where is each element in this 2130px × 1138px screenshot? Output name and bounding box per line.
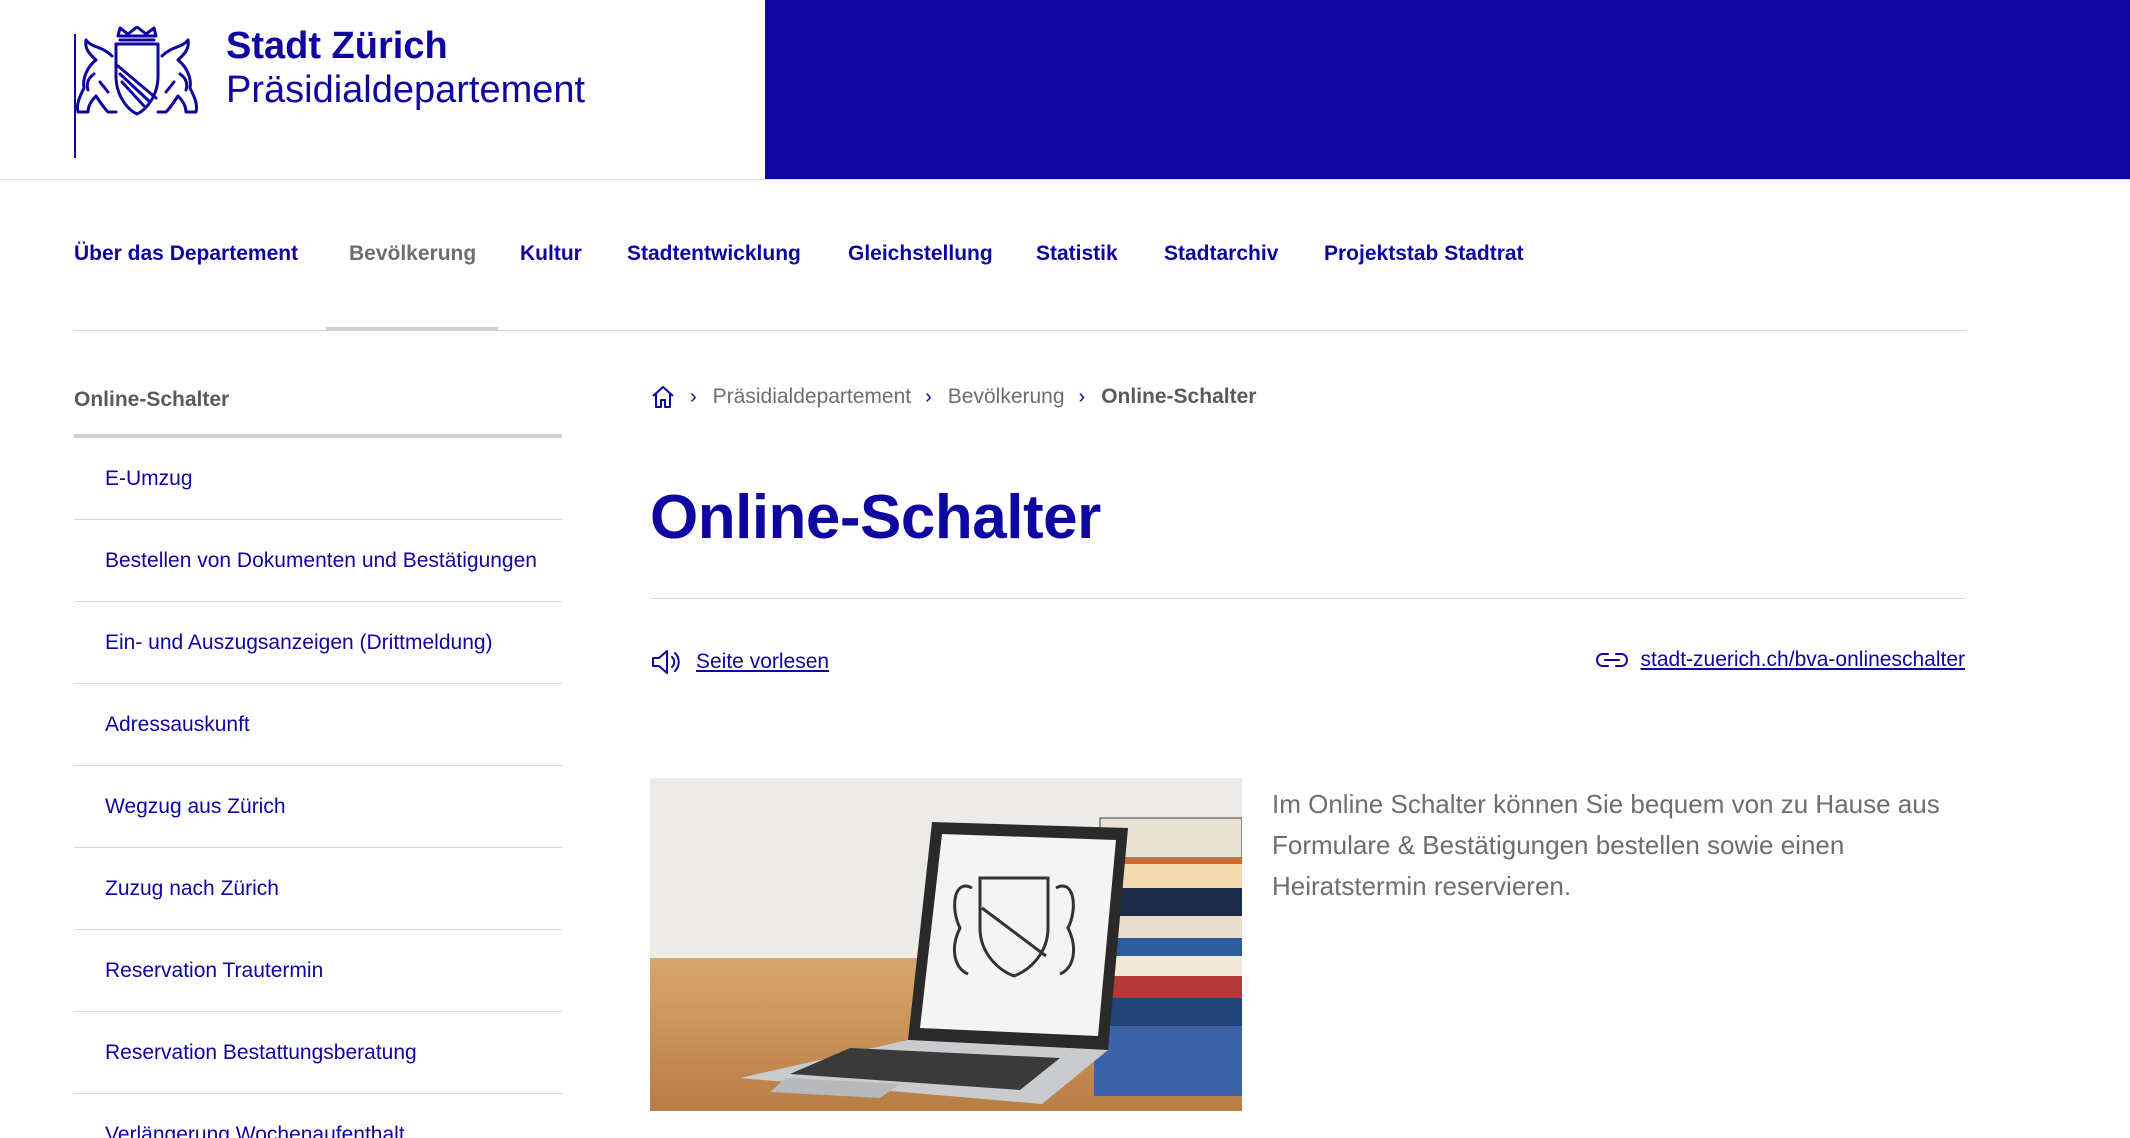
home-icon[interactable] [650,384,676,410]
nav-item-projektstab-stadtrat[interactable]: Projektstab Stadtrat [1324,242,1524,266]
nav-item-stadtentwicklung[interactable]: Stadtentwicklung [627,242,801,266]
page-title: Online-Schalter [650,483,1101,552]
breadcrumb-praesidialdepartement[interactable]: Präsidialdepartement [713,385,911,409]
hero-image-laptop-books [650,778,1242,1111]
sidebar-item-e-umzug[interactable]: E-Umzug [74,438,562,520]
read-aloud-button[interactable]: Seite vorlesen [650,648,829,676]
chevron-right-icon: › [690,385,697,408]
sidebar-item-wochenaufenthalt[interactable]: Verlängerung Wochenaufenthalt [74,1094,562,1138]
sidebar-item-bestellen-dokumente[interactable]: Bestellen von Dokumenten und Bestätigung… [74,520,562,602]
chevron-right-icon: › [1078,385,1086,408]
nav-item-ueber-das-departement[interactable]: Über das Departement [74,242,298,266]
title-divider [650,598,1966,599]
nav-item-kultur[interactable]: Kultur [520,242,582,266]
breadcrumb-current: Online-Schalter [1101,385,1257,408]
sidebar-item-wegzug[interactable]: Wegzug aus Zürich [74,766,562,848]
org-subtitle: Präsidialdepartement [226,69,586,111]
nav-item-statistik[interactable]: Statistik [1036,242,1118,266]
sidebar: Online-Schalter E-Umzug Bestellen von Do… [74,370,562,1138]
site-logo[interactable]: Stadt Zürich Präsidialdepartement [226,24,585,112]
short-url-label: stadt-zuerich.ch/bva-onlineschalter [1640,648,1966,671]
site-header: Stadt Zürich Präsidialdepartement [0,0,2130,180]
sidebar-item-drittmeldung[interactable]: Ein- und Auszugsanzeigen (Drittmeldung) [74,602,562,684]
sidebar-item-bestattungsberatung[interactable]: Reservation Bestattungsberatung [74,1012,562,1094]
laptop-illustration [650,778,1242,1111]
nav-item-gleichstellung[interactable]: Gleichstellung [848,242,993,266]
nav-active-indicator [326,327,498,331]
sidebar-heading[interactable]: Online-Schalter [74,370,562,438]
sidebar-item-adressauskunft[interactable]: Adressauskunft [74,684,562,766]
breadcrumb-bevoelkerung[interactable]: Bevölkerung [948,385,1065,409]
zurich-crest-icon[interactable] [74,26,200,118]
org-title: Stadt Zürich [226,25,448,67]
main-nav: Über das Departement Bevölkerung Kultur … [74,210,1966,331]
speaker-icon [652,650,680,674]
link-icon [1595,653,1628,667]
nav-item-stadtarchiv[interactable]: Stadtarchiv [1164,242,1278,266]
read-aloud-label: Seite vorlesen [696,650,830,673]
sidebar-item-trautermin[interactable]: Reservation Trautermin [74,930,562,1012]
chevron-right-icon: › [925,385,932,408]
nav-item-bevoelkerung[interactable]: Bevölkerung [349,242,476,266]
sidebar-item-zuzug[interactable]: Zuzug nach Zürich [74,848,562,930]
short-url-link[interactable]: stadt-zuerich.ch/bva-onlineschalter [1595,648,1966,672]
header-brand-band [765,0,2130,179]
breadcrumb: › Präsidialdepartement › Bevölkerung › O… [650,384,1256,410]
intro-paragraph: Im Online Schalter können Sie bequem von… [1272,789,1940,901]
